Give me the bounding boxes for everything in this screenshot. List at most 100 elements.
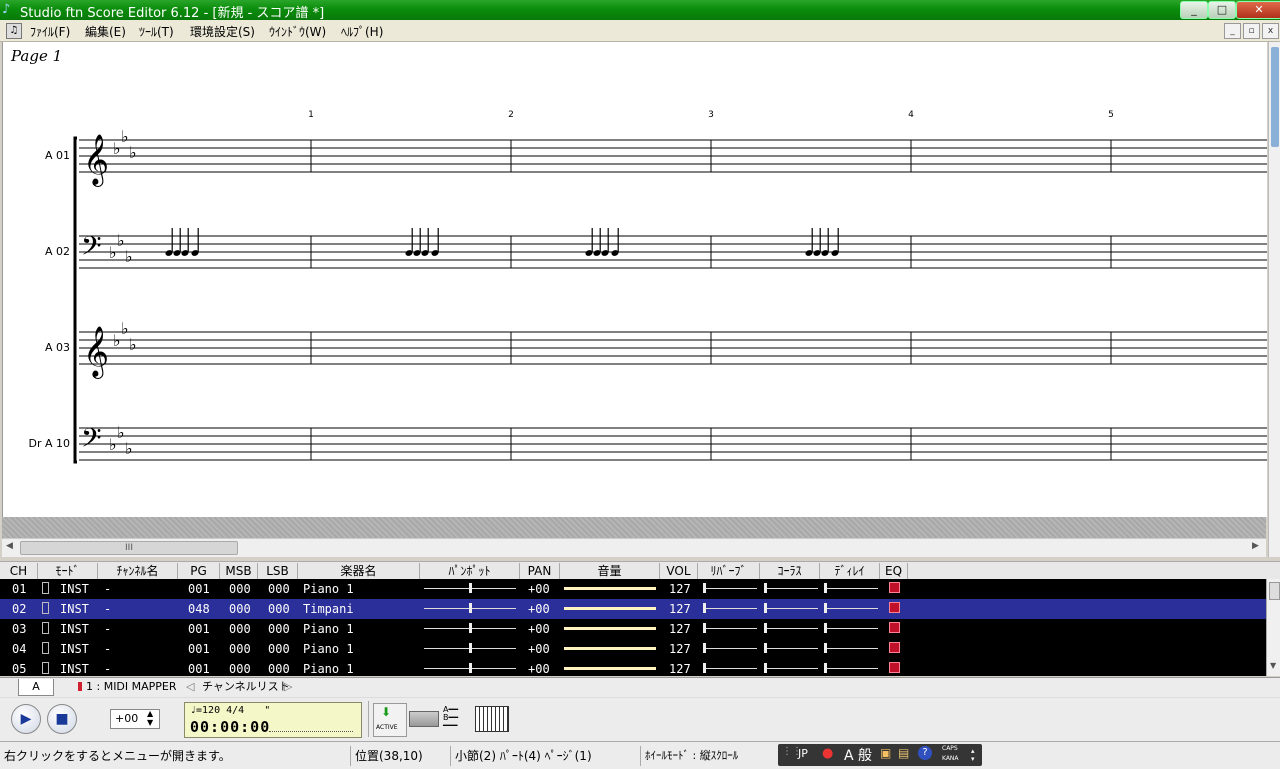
- ime-dictionary-icon[interactable]: ▤: [898, 746, 909, 760]
- vertical-scrollbar[interactable]: [1268, 42, 1280, 557]
- document-icon[interactable]: ♫: [6, 23, 22, 39]
- mdi-close-button[interactable]: x: [1262, 23, 1279, 39]
- column-header[interactable]: PG: [178, 563, 220, 579]
- ime-options-arrow-icon[interactable]: ▴ ▾: [971, 747, 975, 763]
- eq-toggle[interactable]: [889, 622, 900, 633]
- delay-slider[interactable]: [824, 628, 878, 629]
- pan-value[interactable]: +00: [528, 581, 550, 597]
- msb-value[interactable]: 000: [229, 641, 251, 657]
- chorus-slider[interactable]: [764, 628, 818, 629]
- keyboard-icon[interactable]: [475, 706, 509, 732]
- channel-table-body[interactable]: 01 INST -001 000 000 Piano 1 +00 127 02 INST -048 0…: [0, 579, 1266, 676]
- device-icon[interactable]: [409, 711, 439, 727]
- tab-prev-arrow-icon[interactable]: ◁: [186, 679, 194, 695]
- reverb-knob[interactable]: [703, 603, 706, 613]
- app-icon[interactable]: ♪: [2, 3, 16, 17]
- pan-value[interactable]: +00: [528, 641, 550, 657]
- volume-bar[interactable]: [564, 627, 656, 630]
- pan-pot-knob[interactable]: [469, 623, 472, 633]
- stop-button[interactable]: ■: [47, 704, 77, 734]
- close-button[interactable]: ✕: [1236, 1, 1280, 19]
- program-number[interactable]: 001: [188, 581, 210, 597]
- column-header[interactable]: ﾘﾊﾞｰﾌﾞ: [698, 563, 760, 579]
- pan-value[interactable]: +00: [528, 601, 550, 617]
- tab-channel-list[interactable]: チャンネルリスト: [202, 679, 290, 695]
- menu-settings[interactable]: 環境設定(S): [190, 23, 255, 40]
- pan-pot-knob[interactable]: [469, 603, 472, 613]
- active-toggle[interactable]: ⬇ ACTIVE: [373, 703, 407, 737]
- msb-value[interactable]: 000: [229, 601, 251, 617]
- table-scroll-down-icon[interactable]: ▼: [1270, 661, 1276, 670]
- channel-row[interactable]: 04 INST - 001 000 000 Piano 1 +00 127: [0, 639, 1266, 659]
- eq-toggle[interactable]: [889, 602, 900, 613]
- tab-next-arrow-icon[interactable]: ▷: [284, 679, 292, 695]
- chorus-slider[interactable]: [764, 648, 818, 649]
- ime-lang[interactable]: JP: [798, 747, 808, 760]
- chorus-knob[interactable]: [764, 583, 767, 593]
- vol-value[interactable]: 127: [669, 621, 691, 637]
- vol-value[interactable]: 127: [669, 661, 691, 676]
- menu-file[interactable]: ﾌｧｲﾙ(F): [30, 23, 70, 40]
- column-header[interactable]: CH: [0, 563, 38, 579]
- minimize-button[interactable]: _: [1180, 1, 1208, 19]
- instrument-name[interactable]: Piano 1: [303, 581, 354, 597]
- menu-edit[interactable]: 編集(E): [85, 23, 126, 40]
- column-header[interactable]: ｺｰﾗｽ: [760, 563, 820, 579]
- channel-row[interactable]: 03 INST - 001 000 000 Piano 1 +00 127: [0, 619, 1266, 639]
- transpose-field[interactable]: +00 ▲ ▼: [110, 709, 160, 729]
- volume-bar[interactable]: [564, 607, 656, 610]
- channel-name[interactable]: -: [104, 601, 111, 617]
- mute-toggle[interactable]: [42, 642, 49, 654]
- scroll-left-arrow-icon[interactable]: ◀: [6, 541, 13, 551]
- vol-value[interactable]: 127: [669, 581, 691, 597]
- reverb-slider[interactable]: [703, 588, 757, 589]
- tab-a[interactable]: A: [18, 679, 54, 696]
- delay-knob[interactable]: [824, 663, 827, 673]
- ab-loop-icon[interactable]: A━━ B━━ ━━━: [443, 706, 469, 730]
- delay-knob[interactable]: [824, 603, 827, 613]
- channel-mode[interactable]: INST: [60, 601, 89, 617]
- table-scroll-thumb[interactable]: [1269, 582, 1280, 600]
- column-header[interactable]: EQ: [880, 563, 908, 579]
- column-header[interactable]: ﾃﾞｨﾚｲ: [820, 563, 880, 579]
- program-number[interactable]: 048: [188, 601, 210, 617]
- maximize-button[interactable]: □: [1208, 1, 1236, 19]
- delay-slider[interactable]: [824, 648, 878, 649]
- program-number[interactable]: 001: [188, 641, 210, 657]
- msb-value[interactable]: 000: [229, 661, 251, 676]
- channel-mode[interactable]: INST: [60, 581, 89, 597]
- instrument-name[interactable]: Piano 1: [303, 621, 354, 637]
- column-header[interactable]: MSB: [220, 563, 258, 579]
- reverb-slider[interactable]: [703, 648, 757, 649]
- horizontal-scrollbar[interactable]: ◀ III ▶: [2, 538, 1266, 557]
- play-button[interactable]: ▶: [11, 704, 41, 734]
- chorus-knob[interactable]: [764, 603, 767, 613]
- column-header[interactable]: PAN: [520, 563, 560, 579]
- menu-window[interactable]: ｳｲﾝﾄﾞｳ(W): [269, 23, 326, 40]
- program-number[interactable]: 001: [188, 661, 210, 676]
- chorus-slider[interactable]: [764, 668, 818, 669]
- volume-bar[interactable]: [564, 587, 656, 590]
- column-header[interactable]: ﾓｰﾄﾞ: [38, 563, 98, 579]
- ime-mode[interactable]: A 般: [844, 745, 872, 765]
- lsb-value[interactable]: 000: [268, 601, 290, 617]
- lsb-value[interactable]: 000: [268, 581, 290, 597]
- channel-mode[interactable]: INST: [60, 641, 89, 657]
- delay-knob[interactable]: [824, 623, 827, 633]
- scroll-right-arrow-icon[interactable]: ▶: [1252, 541, 1259, 551]
- splitter-bar[interactable]: [2, 517, 1266, 538]
- pan-pot-knob[interactable]: [469, 583, 472, 593]
- reverb-knob[interactable]: [703, 583, 706, 593]
- mute-toggle[interactable]: [42, 662, 49, 674]
- channel-name[interactable]: -: [104, 581, 111, 597]
- column-header[interactable]: ﾁｬﾝﾈﾙ名: [98, 563, 178, 579]
- reverb-slider[interactable]: [703, 628, 757, 629]
- horizontal-scroll-thumb[interactable]: III: [20, 541, 238, 555]
- ime-pin-icon[interactable]: ●: [822, 746, 833, 761]
- column-header[interactable]: VOL: [660, 563, 698, 579]
- column-header[interactable]: LSB: [258, 563, 298, 579]
- mdi-restore-button[interactable]: ▫: [1243, 23, 1260, 39]
- chorus-slider[interactable]: [764, 588, 818, 589]
- mute-toggle[interactable]: [42, 602, 49, 614]
- ime-pad-icon[interactable]: ▣: [880, 746, 891, 760]
